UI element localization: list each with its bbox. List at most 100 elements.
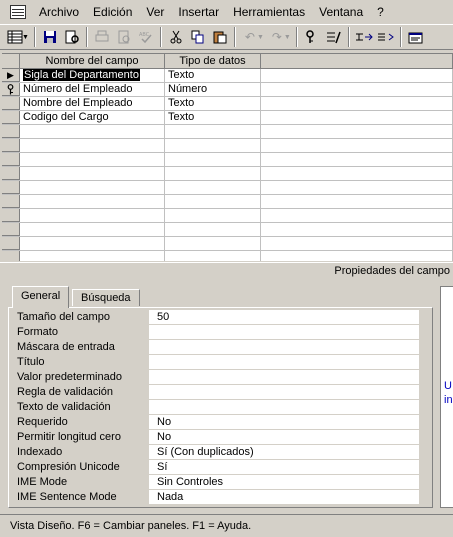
field-name-cell[interactable] [20, 181, 165, 194]
property-value[interactable]: No [149, 430, 419, 445]
description-cell[interactable] [261, 139, 453, 152]
empty-row[interactable] [2, 195, 453, 209]
cut-icon[interactable] [165, 26, 187, 48]
tab-busqueda[interactable]: Búsqueda [72, 289, 140, 306]
view-dropdown-arrow-icon[interactable]: ▼ [22, 34, 29, 41]
data-type-cell[interactable]: Número [165, 83, 261, 96]
table-row[interactable]: Codigo del Cargo Texto [2, 111, 453, 125]
empty-row[interactable] [2, 181, 453, 195]
data-type-cell[interactable] [165, 237, 261, 250]
print-preview-icon[interactable] [61, 26, 83, 48]
field-name-cell[interactable]: Sigla del Departamento [20, 69, 165, 82]
menu-insertar[interactable]: Insertar [171, 0, 226, 24]
field-name-cell[interactable]: Número del Empleado [20, 83, 165, 96]
description-cell[interactable] [261, 83, 453, 96]
property-row[interactable]: Valor predeterminado [17, 370, 419, 385]
field-name-cell[interactable] [20, 251, 165, 261]
data-type-cell[interactable] [165, 223, 261, 236]
property-row[interactable]: Indexado Sí (Con duplicados) [17, 445, 419, 460]
menu-archivo[interactable]: Archivo [32, 0, 86, 24]
row-selector[interactable] [2, 167, 20, 180]
copy-icon[interactable] [187, 26, 209, 48]
row-selector[interactable] [2, 139, 20, 152]
description-cell[interactable] [261, 195, 453, 208]
empty-row[interactable] [2, 209, 453, 223]
row-selector[interactable] [2, 237, 20, 250]
property-row[interactable]: Permitir longitud cero No [17, 430, 419, 445]
indexes-icon[interactable] [323, 26, 345, 48]
description-cell[interactable] [261, 209, 453, 222]
description-cell[interactable] [261, 97, 453, 110]
menu-ventana[interactable]: Ventana [312, 0, 370, 24]
description-cell[interactable] [261, 223, 453, 236]
property-row[interactable]: Título [17, 355, 419, 370]
delete-rows-icon[interactable] [375, 26, 397, 48]
field-name-cell[interactable] [20, 237, 165, 250]
table-window-icon[interactable] [10, 5, 26, 19]
property-value[interactable]: Sí [149, 460, 419, 475]
property-value[interactable]: Nada [149, 490, 419, 505]
properties-icon[interactable] [405, 26, 427, 48]
field-name-cell[interactable] [20, 167, 165, 180]
description-cell[interactable] [261, 167, 453, 180]
field-name-cell[interactable] [20, 195, 165, 208]
description-cell[interactable] [261, 181, 453, 194]
primary-key-icon[interactable] [301, 26, 323, 48]
empty-row[interactable] [2, 167, 453, 181]
description-cell[interactable] [261, 153, 453, 166]
field-name-cell[interactable] [20, 125, 165, 138]
description-cell[interactable] [261, 125, 453, 138]
property-value[interactable] [149, 355, 419, 370]
row-selector[interactable] [2, 97, 20, 110]
paste-icon[interactable] [209, 26, 231, 48]
table-row[interactable]: Nombre del Empleado Texto [2, 97, 453, 111]
property-value[interactable]: Sí (Con duplicados) [149, 445, 419, 460]
current-row-arrow-icon[interactable]: ▶ [2, 69, 20, 82]
tab-general[interactable]: General [12, 286, 70, 308]
property-value[interactable]: 50 [149, 310, 419, 325]
data-type-cell[interactable] [165, 251, 261, 261]
data-type-cell[interactable]: Texto [165, 111, 261, 124]
data-type-cell[interactable] [165, 195, 261, 208]
row-selector[interactable] [2, 251, 20, 261]
property-value[interactable] [149, 385, 419, 400]
property-row[interactable]: Texto de validación [17, 400, 419, 415]
field-name-cell[interactable] [20, 209, 165, 222]
property-value[interactable] [149, 400, 419, 415]
menu-ver[interactable]: Ver [139, 0, 171, 24]
field-name-cell[interactable]: Nombre del Empleado [20, 97, 165, 110]
field-name-cell[interactable]: Codigo del Cargo [20, 111, 165, 124]
field-name-cell[interactable] [20, 139, 165, 152]
row-selector[interactable] [2, 181, 20, 194]
row-selector[interactable] [2, 111, 20, 124]
property-value[interactable]: Sin Controles [149, 475, 419, 490]
insert-rows-icon[interactable] [353, 26, 375, 48]
property-row[interactable]: IME Mode Sin Controles [17, 475, 419, 490]
empty-row[interactable] [2, 237, 453, 251]
property-value[interactable]: No [149, 415, 419, 430]
save-icon[interactable] [39, 26, 61, 48]
description-cell[interactable] [261, 111, 453, 124]
data-type-cell[interactable] [165, 153, 261, 166]
menu-herramientas[interactable]: Herramientas [226, 0, 312, 24]
row-selector[interactable] [2, 209, 20, 222]
data-type-cell[interactable] [165, 209, 261, 222]
property-row[interactable]: Tamaño del campo 50 [17, 310, 419, 325]
empty-row[interactable] [2, 125, 453, 139]
data-type-cell[interactable]: Texto [165, 97, 261, 110]
description-cell[interactable] [261, 251, 453, 261]
description-cell[interactable] [261, 69, 453, 82]
data-type-cell[interactable] [165, 125, 261, 138]
row-selector[interactable] [2, 223, 20, 236]
property-row[interactable]: Regla de validación [17, 385, 419, 400]
table-row[interactable]: Número del Empleado Número [2, 83, 453, 97]
property-row[interactable]: Compresión Unicode Sí [17, 460, 419, 475]
property-value[interactable] [149, 370, 419, 385]
data-type-cell[interactable] [165, 167, 261, 180]
property-row[interactable]: IME Sentence Mode Nada [17, 490, 419, 505]
empty-row[interactable] [2, 139, 453, 153]
table-row[interactable]: ▶ Sigla del Departamento Texto [2, 69, 453, 83]
property-row[interactable]: Formato [17, 325, 419, 340]
primary-key-row-icon[interactable] [2, 83, 20, 96]
menu-edicion[interactable]: Edición [86, 0, 139, 24]
